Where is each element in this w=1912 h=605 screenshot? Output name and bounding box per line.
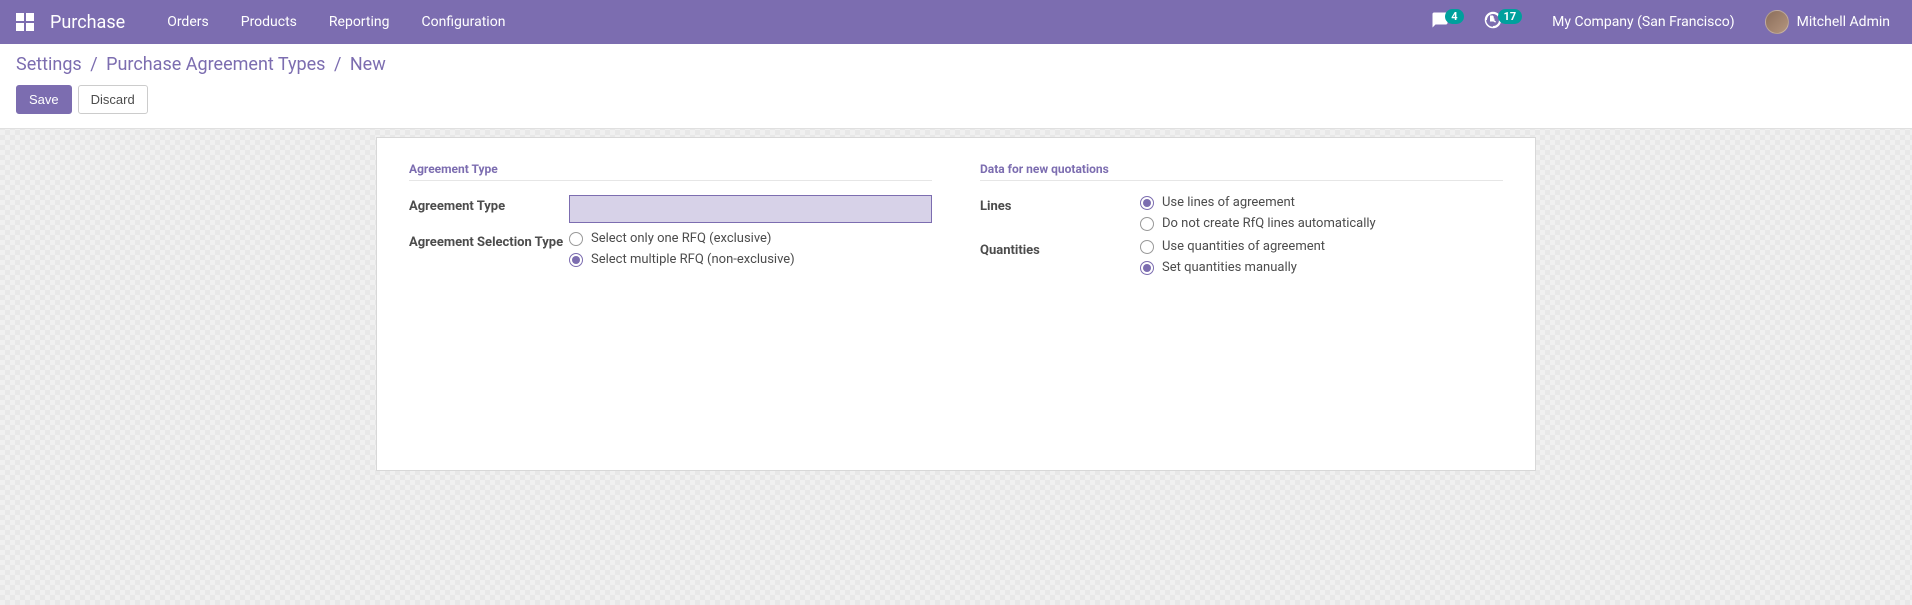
nav-menu: Orders Products Reporting Configuration <box>151 2 521 42</box>
navbar: Purchase Orders Products Reporting Confi… <box>0 0 1912 44</box>
radio-icon <box>1140 240 1154 254</box>
lines-radio-group: Use lines of agreement Do not create RfQ… <box>1140 195 1503 231</box>
radio-label: Do not create RfQ lines automatically <box>1162 216 1376 231</box>
radio-icon <box>1140 196 1154 210</box>
form-col-right: Data for new quotations Lines Use lines … <box>980 162 1503 283</box>
label-quantities: Quantities <box>980 239 1140 275</box>
radio-label: Set quantities manually <box>1162 260 1297 275</box>
selection-type-radio-group: Select only one RFQ (exclusive) Select m… <box>569 231 932 267</box>
form-col-left: Agreement Type Agreement Type Agreement … <box>409 162 932 283</box>
radio-icon <box>1140 261 1154 275</box>
agreement-type-input[interactable] <box>569 195 932 223</box>
radio-manual-quantities[interactable]: Set quantities manually <box>1140 260 1503 275</box>
control-panel: Settings / Purchase Agreement Types / Ne… <box>0 44 1912 129</box>
user-menu[interactable]: Mitchell Admin <box>1759 10 1896 34</box>
row-selection-type: Agreement Selection Type Select only one… <box>409 231 932 267</box>
row-agreement-type: Agreement Type <box>409 195 932 223</box>
apps-icon[interactable] <box>16 13 34 31</box>
breadcrumb-agreement-types[interactable]: Purchase Agreement Types <box>106 54 325 75</box>
label-lines: Lines <box>980 195 1140 231</box>
navbar-right: 4 17 My Company (San Francisco) Mitchell… <box>1425 10 1896 34</box>
section-title-agreement-type: Agreement Type <box>409 162 932 181</box>
radio-icon <box>1140 217 1154 231</box>
radio-label: Select multiple RFQ (non-exclusive) <box>591 252 795 267</box>
menu-orders[interactable]: Orders <box>151 2 225 42</box>
breadcrumb-sep: / <box>90 54 97 75</box>
radio-label: Use quantities of agreement <box>1162 239 1325 254</box>
avatar <box>1765 10 1789 34</box>
label-agreement-type: Agreement Type <box>409 195 569 223</box>
messages-badge: 4 <box>1445 9 1463 24</box>
company-selector[interactable]: My Company (San Francisco) <box>1536 14 1750 30</box>
menu-configuration[interactable]: Configuration <box>405 2 521 42</box>
menu-reporting[interactable]: Reporting <box>313 2 406 42</box>
discard-button[interactable]: Discard <box>78 85 148 114</box>
breadcrumb: Settings / Purchase Agreement Types / Ne… <box>16 54 1896 75</box>
user-name: Mitchell Admin <box>1797 14 1890 30</box>
radio-label: Use lines of agreement <box>1162 195 1295 210</box>
breadcrumb-current: New <box>350 54 386 75</box>
radio-use-lines[interactable]: Use lines of agreement <box>1140 195 1503 210</box>
breadcrumb-sep: / <box>334 54 341 75</box>
label-selection-type: Agreement Selection Type <box>409 231 569 267</box>
radio-select-exclusive[interactable]: Select only one RFQ (exclusive) <box>569 231 932 246</box>
row-lines: Lines Use lines of agreement Do not crea… <box>980 195 1503 231</box>
form-container: Agreement Type Agreement Type Agreement … <box>0 137 1912 471</box>
radio-label: Select only one RFQ (exclusive) <box>591 231 771 246</box>
radio-select-non-exclusive[interactable]: Select multiple RFQ (non-exclusive) <box>569 252 932 267</box>
radio-use-quantities[interactable]: Use quantities of agreement <box>1140 239 1503 254</box>
app-title[interactable]: Purchase <box>50 12 125 33</box>
action-buttons: Save Discard <box>16 85 1896 114</box>
radio-icon <box>569 232 583 246</box>
radio-icon <box>569 253 583 267</box>
quantities-radio-group: Use quantities of agreement Set quantiti… <box>1140 239 1503 275</box>
save-button[interactable]: Save <box>16 85 72 114</box>
row-quantities: Quantities Use quantities of agreement S… <box>980 239 1503 275</box>
value-agreement-type <box>569 195 932 223</box>
breadcrumb-settings[interactable]: Settings <box>16 54 82 75</box>
activities-button[interactable]: 17 <box>1478 11 1529 33</box>
form-columns: Agreement Type Agreement Type Agreement … <box>409 162 1503 283</box>
activities-badge: 17 <box>1498 9 1523 24</box>
section-title-data-quotations: Data for new quotations <box>980 162 1503 181</box>
form-sheet: Agreement Type Agreement Type Agreement … <box>376 137 1536 471</box>
menu-products[interactable]: Products <box>225 2 313 42</box>
radio-no-lines[interactable]: Do not create RfQ lines automatically <box>1140 216 1503 231</box>
messages-button[interactable]: 4 <box>1425 11 1469 33</box>
navbar-left: Purchase Orders Products Reporting Confi… <box>16 2 521 42</box>
